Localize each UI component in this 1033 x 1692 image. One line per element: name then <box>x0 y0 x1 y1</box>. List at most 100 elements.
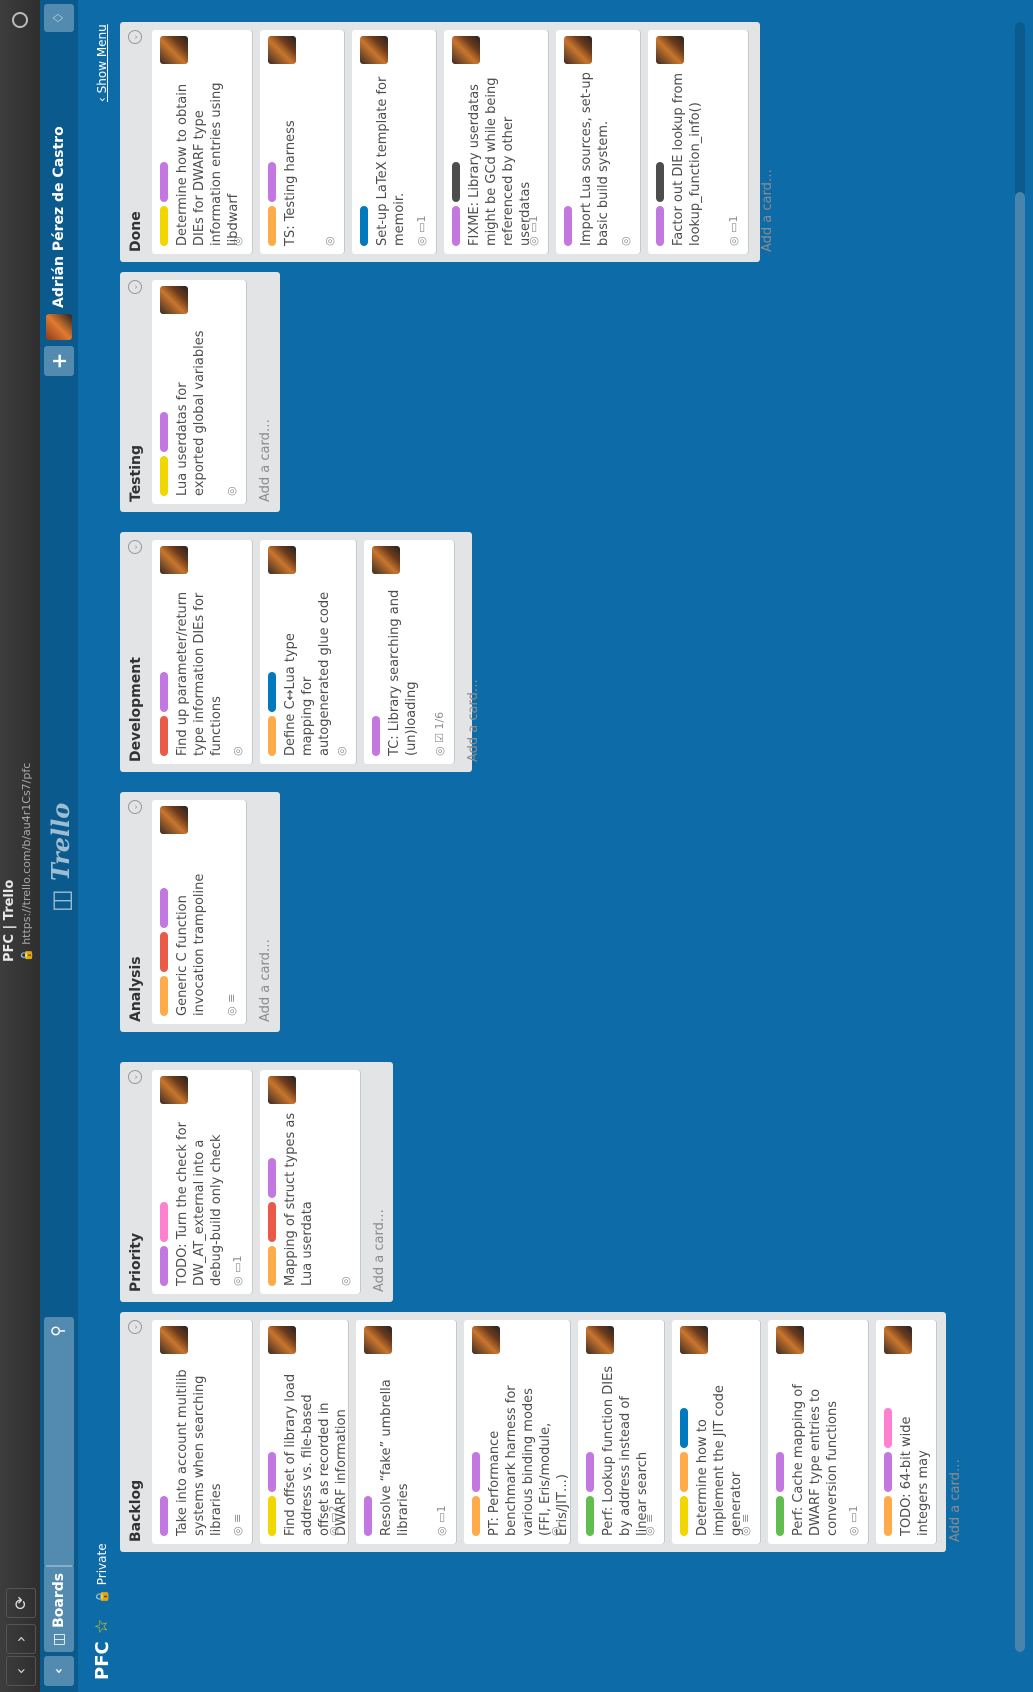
card[interactable]: TODO: Turn the check for DW_AT_external … <box>152 1070 252 1294</box>
member-avatar[interactable] <box>160 1076 188 1104</box>
list-menu-icon[interactable]: ⌄ <box>128 1320 142 1334</box>
card[interactable]: Perf: Cache mapping of DWARF type entrie… <box>768 1320 868 1544</box>
list-title[interactable]: Priority <box>128 1233 144 1292</box>
member-avatar[interactable] <box>884 1326 912 1354</box>
member-avatar[interactable] <box>160 546 188 574</box>
browser-titlebar: ‹ › ⟳ PFC | Trello 🔒 https://trello.com/… <box>0 0 40 1692</box>
search-input[interactable]: ⚲ <box>44 1317 74 1567</box>
label-blue <box>268 672 276 712</box>
boards-button[interactable]: ◫ Boards <box>44 1564 74 1652</box>
list-menu-icon[interactable]: ⌄ <box>128 1070 142 1084</box>
back-nav-button[interactable]: ‹ <box>44 1656 74 1686</box>
label-purple <box>372 716 380 756</box>
reload-icon[interactable]: ⟳ <box>6 1588 36 1618</box>
list-menu-icon[interactable]: ⌄ <box>128 540 142 554</box>
card[interactable]: Resolve “fake” umbrella libraries ◎ ▭1 <box>356 1320 456 1544</box>
member-avatar[interactable] <box>452 36 480 64</box>
member-avatar[interactable] <box>564 36 592 64</box>
label-orange <box>472 1496 480 1536</box>
list-backlog[interactable]: Backlog ⌄ Take into account multilib syste… <box>120 1312 963 1552</box>
member-avatar[interactable] <box>472 1326 500 1354</box>
star-icon[interactable]: ☆ <box>92 1619 112 1634</box>
card[interactable]: TS: Testing harness ◎ <box>260 30 344 254</box>
card[interactable]: Import Lua sources, set-up basic build s… <box>556 30 640 254</box>
card[interactable]: Generic C function invocation trampoline… <box>152 800 246 1024</box>
card[interactable]: Factor out DIE lookup from lookup_functi… <box>648 30 748 254</box>
card[interactable]: Find offset of library load address vs. … <box>260 1320 349 1544</box>
label-orange <box>268 1246 276 1286</box>
list-analysis[interactable]: Analysis ⌄ Generic C function invocation t… <box>120 792 280 1032</box>
list-title[interactable]: Analysis <box>128 956 144 1022</box>
horizontal-scrollbar[interactable] <box>1015 22 1025 1652</box>
label-purple <box>160 672 168 712</box>
card-title: Mapping of struct types as Lua userdata <box>283 1112 315 1286</box>
notifications-icon[interactable]: ♢ <box>44 4 74 32</box>
show-menu-link[interactable]: ‹ Show Menu <box>95 24 109 102</box>
add-card-link[interactable]: Add a card… <box>258 419 273 502</box>
forward-button[interactable]: › <box>6 1624 36 1654</box>
member-avatar[interactable] <box>160 806 188 834</box>
card-labels <box>586 1452 594 1536</box>
trello-logo[interactable]: ◫ Trello <box>46 803 75 912</box>
list-priority[interactable]: Priority ⌄ TODO: Turn the check for DW_AT_… <box>120 1062 393 1302</box>
list-development[interactable]: Development ⌄ Find up parameter/return typ… <box>120 532 481 772</box>
card[interactable]: TODO: 64-bit wide integers may <box>876 1320 936 1544</box>
user-avatar[interactable] <box>46 314 72 340</box>
member-avatar[interactable] <box>160 286 188 314</box>
label-green <box>586 1496 594 1536</box>
user-name[interactable]: Adrián Pérez de Castro <box>40 126 78 308</box>
window-control-icon[interactable] <box>12 12 28 28</box>
member-avatar[interactable] <box>656 36 684 64</box>
list-title[interactable]: Done <box>128 211 144 252</box>
card[interactable]: Define C↔Lua type mapping for autogenera… <box>260 540 356 764</box>
member-avatar[interactable] <box>360 36 388 64</box>
card-title: Take into account multilib systems when … <box>175 1369 224 1536</box>
add-card-link[interactable]: Add a card… <box>948 1459 963 1542</box>
card[interactable]: PT: Performance benchmark harness for va… <box>464 1320 570 1544</box>
card-labels <box>364 1496 372 1536</box>
url-bar[interactable]: 🔒 https://trello.com/b/au4r1Cs7/pfc <box>20 763 33 962</box>
card[interactable]: Determine how to implement the JIT code … <box>672 1320 760 1544</box>
card-badges: ◎ ▭1 <box>527 215 540 247</box>
back-button[interactable]: ‹ <box>6 1656 36 1686</box>
member-avatar[interactable] <box>776 1326 804 1354</box>
add-card-link[interactable]: Add a card… <box>760 169 775 252</box>
list-menu-icon[interactable]: ⌄ <box>128 30 142 44</box>
visibility-label[interactable]: 🔒 Private <box>95 1543 109 1604</box>
list-title[interactable]: Testing <box>128 445 144 502</box>
list-menu-icon[interactable]: ⌄ <box>128 800 142 814</box>
logo-icon: ◫ <box>46 880 75 912</box>
member-avatar[interactable] <box>586 1326 614 1354</box>
add-card-link[interactable]: Add a card… <box>372 1209 387 1292</box>
member-avatar[interactable] <box>268 36 296 64</box>
list-title[interactable]: Development <box>128 657 144 762</box>
card[interactable]: Set-up LaTeX template for memoir. ◎ ▭1 <box>352 30 436 254</box>
card[interactable]: Perf: Lookup function DIEs by address in… <box>578 1320 664 1544</box>
card[interactable]: FIXME: Library userdatas might be GCd wh… <box>444 30 548 254</box>
card[interactable]: Take into account multilib systems when … <box>152 1320 252 1544</box>
card[interactable]: TC: Library searching and (un)loading ◎ ☑… <box>364 540 454 764</box>
scrollbar-thumb[interactable] <box>1015 192 1025 1652</box>
card[interactable]: Mapping of struct types as Lua userdata ◎ <box>260 1070 360 1294</box>
board-title[interactable]: PFC <box>92 1641 113 1680</box>
add-button[interactable]: + <box>44 346 74 376</box>
label-purple <box>160 1246 168 1286</box>
card-title: Lua userdatas for exported global variab… <box>175 330 207 497</box>
member-avatar[interactable] <box>268 546 296 574</box>
member-avatar[interactable] <box>372 546 400 574</box>
member-avatar[interactable] <box>160 1326 188 1354</box>
card[interactable]: Find up parameter/return type informatio… <box>152 540 252 764</box>
list-testing[interactable]: Testing ⌄ Lua userdatas for exported globa… <box>120 272 280 512</box>
list-menu-icon[interactable]: ⌄ <box>128 280 142 294</box>
member-avatar[interactable] <box>680 1326 708 1354</box>
member-avatar[interactable] <box>268 1326 296 1354</box>
add-card-link[interactable]: Add a card… <box>466 679 481 762</box>
member-avatar[interactable] <box>268 1076 296 1104</box>
member-avatar[interactable] <box>160 36 188 64</box>
list-done[interactable]: Done ⌄ Determine how to obtain DIEs for DW… <box>120 22 775 262</box>
card[interactable]: Determine how to obtain DIEs for DWARF t… <box>152 30 252 254</box>
card[interactable]: Lua userdatas for exported global variab… <box>152 280 246 504</box>
member-avatar[interactable] <box>364 1326 392 1354</box>
list-title[interactable]: Backlog <box>128 1480 144 1542</box>
add-card-link[interactable]: Add a card… <box>258 939 273 1022</box>
